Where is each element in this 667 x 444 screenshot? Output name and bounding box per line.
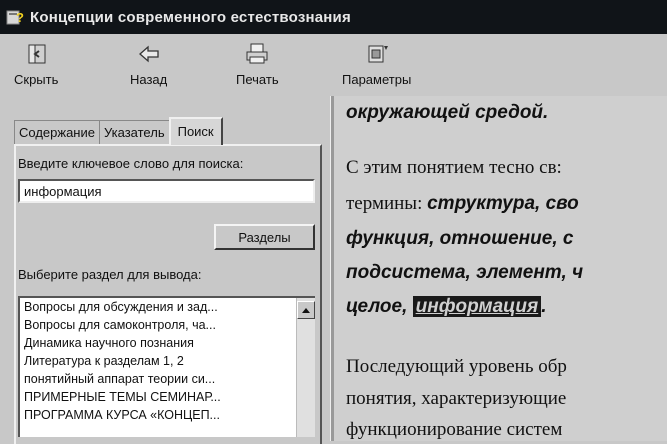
list-item[interactable]: ПРОГРАММА КУРСА «КОНЦЕП... (20, 406, 286, 424)
help-icon: ? (6, 8, 24, 26)
list-item[interactable]: понятийный аппарат теории си... (20, 370, 286, 388)
print-button[interactable]: Печать (236, 40, 279, 87)
hide-label: Скрыть (14, 72, 59, 87)
section-list[interactable]: Вопросы для обсуждения и зад... Вопросы … (18, 296, 315, 437)
svg-text:?: ? (16, 10, 24, 25)
back-button[interactable]: Назад (130, 40, 167, 87)
section-list-prompt: Выберите раздел для вывода: (18, 267, 202, 282)
scroll-up-button[interactable] (297, 301, 315, 319)
navigation-pane: Содержание Указатель Поиск Введите ключе… (0, 96, 330, 444)
content-line: Последующий уровень обр (346, 356, 567, 377)
content-line: функция, отношение, с (346, 228, 574, 249)
content-line: понятия, характеризующие (346, 388, 567, 409)
back-arrow-icon (135, 40, 163, 68)
sections-button[interactable]: Разделы (214, 224, 315, 250)
list-item[interactable]: ПРИМЕРНЫЕ ТЕМЫ СЕМИНАР... (20, 388, 286, 406)
tab-search[interactable]: Поиск (168, 117, 223, 145)
list-item[interactable]: Вопросы для самоконтроля, ча... (20, 316, 286, 334)
back-label: Назад (130, 72, 168, 87)
search-hit-highlight[interactable]: информация (412, 296, 542, 317)
list-scrollbar[interactable] (296, 298, 315, 437)
list-item[interactable]: Динамика научного познания (20, 334, 286, 352)
tab-index[interactable]: Указатель (98, 120, 170, 144)
options-icon (363, 40, 391, 68)
content-line: термины: структура, сво (346, 193, 579, 214)
options-button[interactable]: Параметры (342, 40, 411, 87)
search-input[interactable] (18, 179, 315, 203)
content-line: целое, информация. (346, 296, 547, 317)
hide-button[interactable]: Скрыть (14, 40, 58, 87)
tab-contents[interactable]: Содержание (14, 120, 100, 144)
print-label: Печать (236, 72, 279, 87)
search-prompt: Введите ключевое слово для поиска: (18, 156, 244, 171)
hide-pane-icon (22, 40, 50, 68)
window-title: Концепции современного естествознания (30, 8, 351, 26)
content-line: С этим понятием тесно св: (346, 157, 562, 178)
title-bar: ? Концепции современного естествознания (0, 0, 667, 34)
topic-content: окружающей средой. С этим понятием тесно… (334, 96, 667, 441)
options-label: Параметры (342, 72, 412, 87)
content-line: окружающей средой. (346, 102, 549, 123)
content-line: подсистема, элемент, ч (346, 262, 584, 283)
chevron-up-icon (302, 308, 310, 313)
toolbar: Скрыть Назад Печать Параметры (0, 34, 667, 96)
printer-icon (243, 40, 271, 68)
list-item[interactable]: Вопросы для обсуждения и зад... (20, 298, 286, 316)
tab-strip: Содержание Указатель Поиск (14, 116, 223, 145)
list-item[interactable]: Литература к разделам 1, 2 (20, 352, 286, 370)
content-line: функционирование систем (346, 419, 563, 440)
